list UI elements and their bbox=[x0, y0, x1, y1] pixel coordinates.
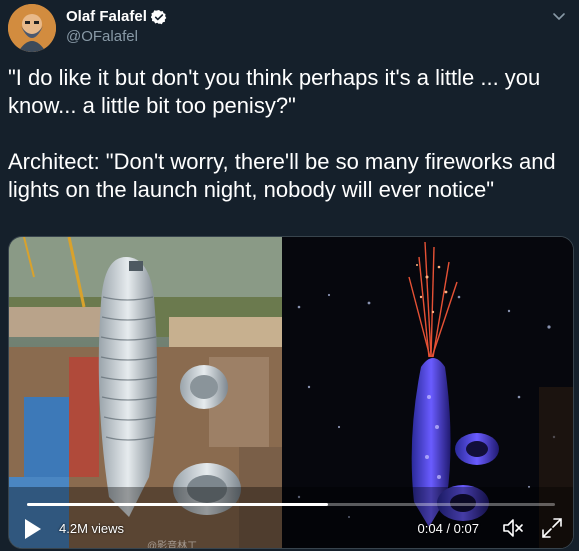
video-time: 0:04 / 0:07 bbox=[417, 521, 479, 536]
volume-muted-icon[interactable] bbox=[501, 517, 525, 539]
view-count: 4.2M views bbox=[59, 521, 125, 536]
tweet-text: "I do like it but don't you think perhap… bbox=[8, 65, 556, 202]
progress-fill bbox=[27, 503, 328, 506]
fullscreen-icon[interactable] bbox=[541, 517, 563, 539]
verified-badge-icon bbox=[150, 9, 167, 25]
tweet-author: Olaf Falafel @OFalafel bbox=[66, 8, 167, 46]
avatar[interactable] bbox=[8, 4, 56, 52]
author-name[interactable]: Olaf Falafel bbox=[66, 8, 147, 26]
progress-bar[interactable] bbox=[27, 503, 555, 506]
video-player[interactable]: @影音林工 4.2M views 0:04 / 0:07 bbox=[8, 236, 574, 549]
author-handle[interactable]: @OFalafel bbox=[66, 28, 167, 46]
video-controls: 4.2M views 0:04 / 0:07 bbox=[9, 508, 573, 548]
author-name-row[interactable]: Olaf Falafel bbox=[66, 8, 167, 26]
chevron-down-icon[interactable] bbox=[551, 8, 567, 24]
play-icon[interactable] bbox=[19, 516, 45, 542]
